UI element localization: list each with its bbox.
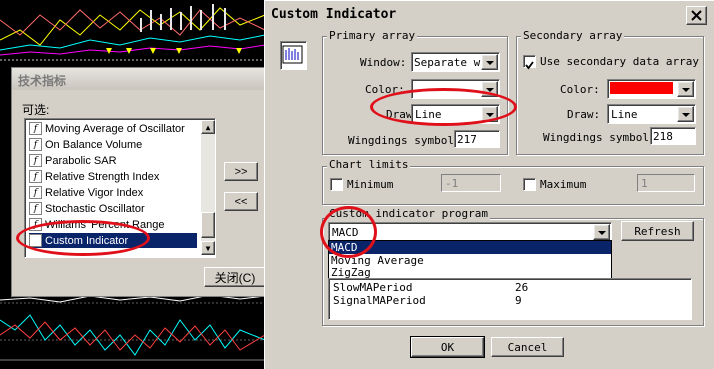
indicator-list-item-label: Stochastic Oscillator — [45, 202, 145, 215]
function-icon: f — [29, 202, 42, 215]
annotation-ellipse-custom-indicator — [16, 220, 150, 256]
maximum-label: Maximum — [540, 178, 587, 191]
secondary-draw-value: Line — [611, 108, 638, 121]
cancel-button[interactable]: Cancel — [491, 337, 564, 357]
close-x-glyph — [691, 10, 702, 21]
indicator-list-item-label: On Balance Volume — [45, 138, 143, 151]
checkmark-icon — [525, 61, 534, 70]
window-select[interactable]: Separate wi — [411, 52, 500, 72]
secondary-wingdings-value: 218 — [653, 130, 673, 143]
technical-indicators-titlebar: 技术指标 — [12, 68, 266, 90]
minimum-label: Minimum — [347, 178, 394, 191]
use-secondary-checkbox[interactable] — [523, 55, 536, 70]
secondary-color-label: Color: — [560, 83, 600, 96]
wingdings-label: Wingdings symbol: — [348, 134, 461, 147]
chart-limits-label: Chart limits — [327, 158, 411, 171]
secondary-color-swatch — [610, 82, 673, 94]
annotation-ellipse-program — [320, 206, 377, 258]
chart-icon — [282, 45, 303, 64]
indicator-list-item[interactable]: f Parabolic SAR — [29, 153, 197, 168]
minimum-value: -1 — [445, 177, 459, 190]
indicator-list-item-label: Relative Vigor Index — [45, 186, 144, 199]
chevron-down-icon[interactable] — [677, 81, 694, 97]
indicator-list-item[interactable]: f On Balance Volume — [29, 137, 197, 152]
function-icon: f — [29, 138, 42, 151]
dialog-title: 技术指标 — [18, 74, 67, 88]
indicator-list-item-label: Relative Strength Index — [45, 170, 160, 183]
parameter-value: 26 — [515, 281, 529, 294]
maximum-value: 1 — [641, 177, 648, 190]
ok-button[interactable]: OK — [410, 336, 485, 358]
indicator-list-item[interactable]: f Relative Strength Index — [29, 169, 197, 184]
function-icon: f — [29, 186, 42, 199]
dialog-title: Custom Indicator — [271, 7, 397, 22]
secondary-wingdings-label: Wingdings symbol: — [543, 131, 656, 144]
dropdown-option[interactable]: Moving Average — [329, 254, 611, 267]
function-icon: f — [29, 170, 42, 183]
minimum-input[interactable]: -1 — [441, 174, 501, 192]
maximum-checkbox[interactable] — [523, 178, 536, 191]
refresh-button[interactable]: Refresh — [621, 221, 694, 241]
indicator-list-item[interactable]: f Stochastic Oscillator — [29, 201, 197, 216]
scroll-up-button[interactable]: ▲ — [201, 120, 215, 134]
dropdown-option[interactable]: ZigZag — [329, 266, 611, 279]
dialog-titlebar: Custom Indicator — [265, 1, 714, 29]
primary-wingdings-input[interactable]: 217 — [454, 130, 500, 148]
close-button[interactable]: 关闭(C) — [204, 267, 266, 287]
parameter-name: SlowMAPeriod — [333, 281, 413, 294]
secondary-draw-label: Draw: — [567, 108, 601, 121]
list-scrollbar[interactable]: ▲ ▼ — [201, 120, 215, 255]
secondary-array-label: Secondary array — [521, 29, 625, 42]
parameter-value: 9 — [515, 294, 522, 307]
close-icon[interactable] — [686, 6, 707, 25]
indicator-icon — [280, 41, 307, 70]
secondary-color-select[interactable] — [607, 79, 696, 99]
secondary-wingdings-input[interactable]: 218 — [650, 127, 696, 145]
parameter-name: SignalMAPeriod — [333, 294, 426, 307]
secondary-draw-select[interactable]: Line — [607, 104, 696, 124]
minimum-checkbox[interactable] — [330, 178, 343, 191]
custom-indicator-dialog: Custom Indicator Primary array Window: S… — [264, 0, 714, 369]
function-icon: f — [29, 154, 42, 167]
window-select-value: Separate wi — [414, 56, 487, 69]
add-indicator-button[interactable]: >> — [224, 162, 258, 181]
parameter-list[interactable]: SlowMAPeriod 26 SignalMAPeriod 9 — [328, 278, 692, 320]
chevron-down-icon[interactable] — [677, 106, 694, 122]
annotation-ellipse-draw — [370, 88, 517, 126]
scroll-thumb[interactable] — [201, 212, 215, 238]
indicator-list-item[interactable]: f Moving Average of Oscillator — [29, 121, 197, 136]
indicator-list-item-label: Moving Average of Oscillator — [45, 122, 185, 135]
function-icon: f — [29, 122, 42, 135]
indicator-list-item[interactable]: f Relative Vigor Index — [29, 185, 197, 200]
chevron-down-icon[interactable] — [481, 54, 498, 70]
remove-indicator-button[interactable]: << — [224, 192, 258, 211]
available-label: 可选: — [22, 103, 50, 117]
chevron-down-icon[interactable] — [593, 224, 610, 240]
primary-array-label: Primary array — [327, 29, 418, 42]
window-label: Window: — [360, 56, 407, 69]
technical-indicators-dialog: 技术指标 可选: f Moving Average of Oscillator f O… — [11, 67, 267, 297]
use-secondary-label: Use secondary data array — [540, 55, 699, 68]
parameter-row[interactable]: SlowMAPeriod 26 — [329, 281, 691, 294]
parameter-row[interactable]: SignalMAPeriod 9 — [329, 294, 691, 307]
primary-wingdings-value: 217 — [457, 133, 477, 146]
scroll-down-button[interactable]: ▼ — [201, 241, 215, 255]
maximum-input[interactable]: 1 — [637, 174, 695, 192]
indicator-list-item-label: Parabolic SAR — [45, 154, 117, 167]
